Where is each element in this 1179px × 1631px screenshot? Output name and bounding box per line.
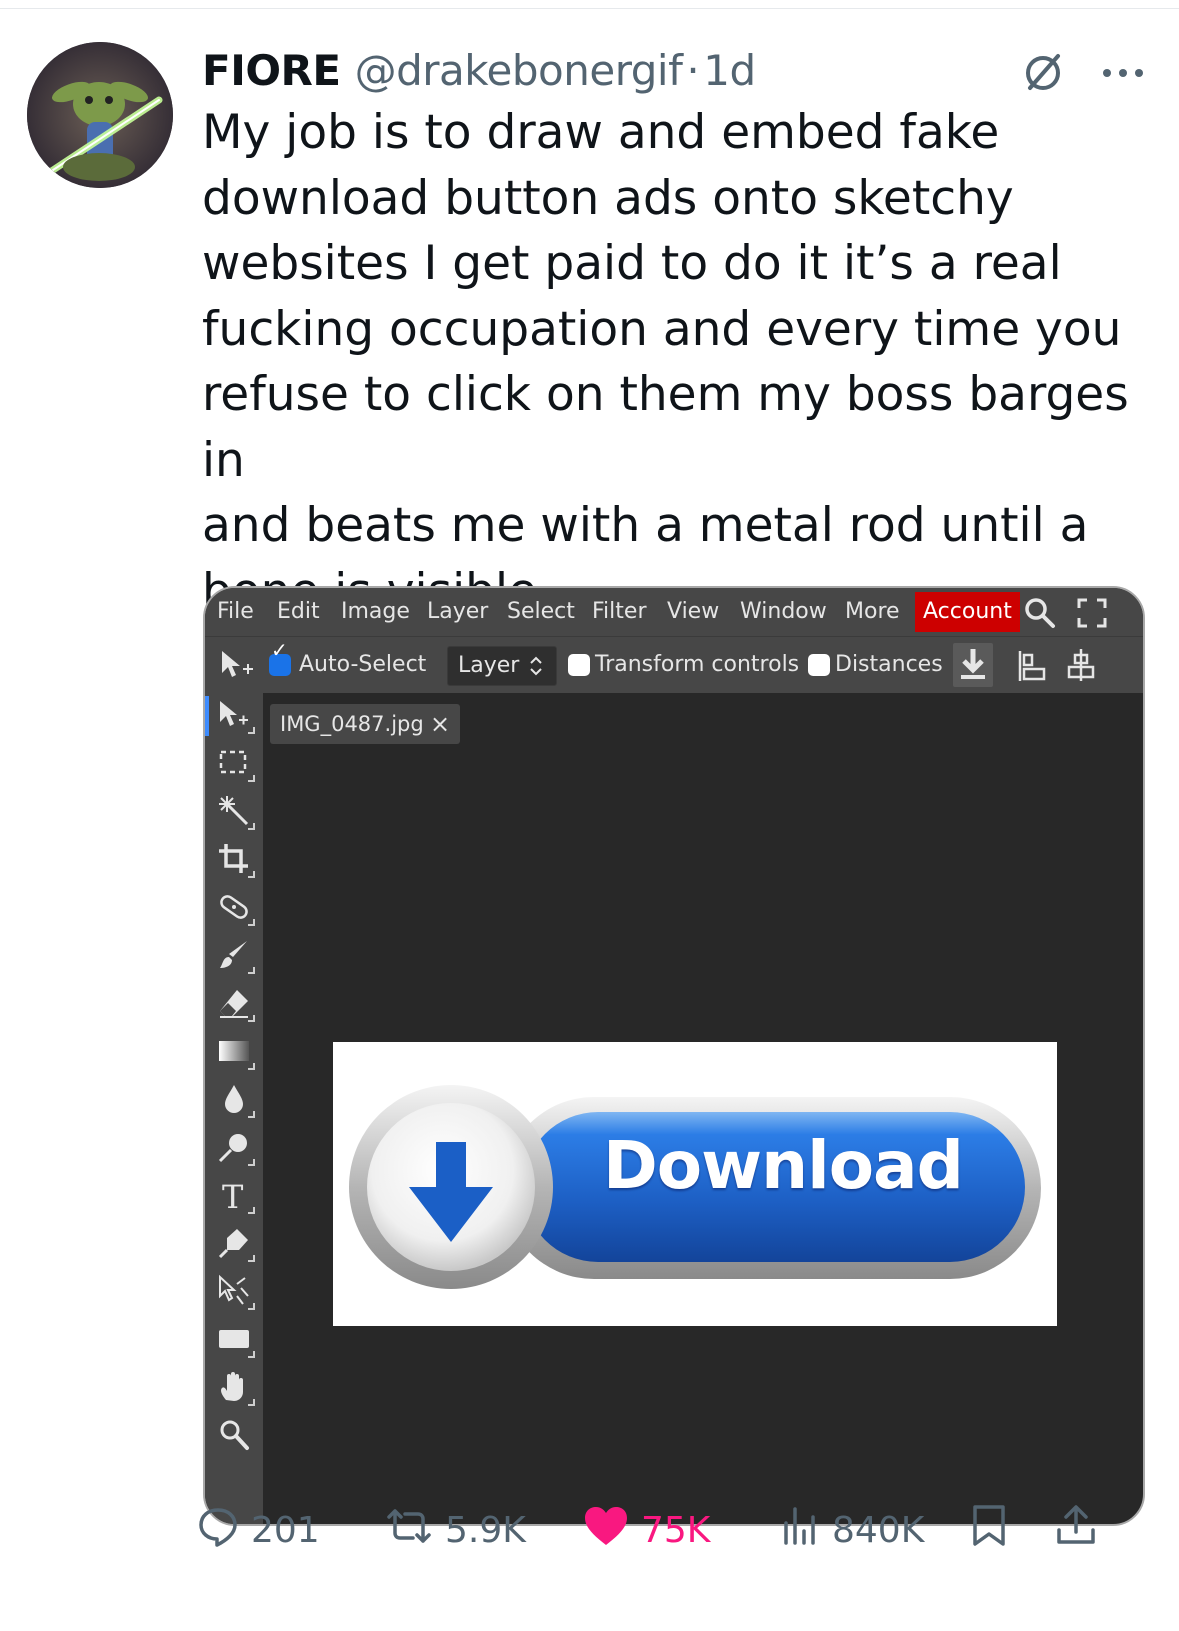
eraser-tool-button[interactable] (205, 980, 263, 1026)
auto-select-label: Auto-Select (299, 652, 427, 677)
rectangle-tool-button[interactable] (205, 1316, 263, 1362)
marquee-tool-button[interactable] (205, 740, 263, 786)
move-tool-icon (219, 649, 255, 685)
magic-wand-tool-button[interactable] (205, 788, 263, 834)
zoom-tool-button[interactable] (205, 1412, 263, 1458)
display-name[interactable]: FIORE (202, 46, 341, 95)
avatar[interactable] (27, 42, 173, 188)
move-tool-button[interactable] (205, 692, 263, 738)
repost-icon (385, 1505, 445, 1556)
timestamp[interactable]: 1d (703, 46, 756, 95)
menu-bar: File Edit Image Layer Select Filter View… (205, 588, 1143, 636)
views-count: 840K (832, 1509, 925, 1551)
transform-controls-checkbox[interactable] (568, 654, 590, 676)
tweet-actions: 201 5.9K 75K 840K (195, 1500, 1145, 1560)
search-icon[interactable] (1023, 596, 1057, 634)
menu-edit[interactable]: Edit (277, 588, 320, 636)
menu-select[interactable]: Select (507, 588, 575, 636)
top-divider (0, 8, 1179, 9)
download-tool-icon[interactable] (953, 643, 993, 687)
auto-select-checkbox[interactable] (269, 638, 291, 676)
share-icon (1055, 1504, 1109, 1557)
transform-controls-label: Transform controls (595, 652, 800, 677)
tweet-header: FIORE @drakebonergif · 1d (202, 40, 756, 100)
more-options-icon[interactable] (1100, 52, 1150, 88)
repost-count: 5.9K (445, 1509, 526, 1551)
tweet-text: My job is to draw and embed fake downloa… (202, 105, 1129, 619)
healing-tool-button[interactable] (205, 884, 263, 930)
menu-view[interactable]: View (667, 588, 719, 636)
account-button[interactable]: Account (915, 592, 1020, 632)
svg-text:T: T (222, 1178, 244, 1212)
path-select-tool-button[interactable] (205, 1268, 263, 1314)
menu-more[interactable]: More (845, 588, 900, 636)
grok-icon[interactable] (1018, 48, 1068, 98)
like-button[interactable]: 75K (583, 1500, 710, 1560)
menu-window[interactable]: Window (740, 588, 827, 636)
pen-tool-button[interactable] (205, 1220, 263, 1266)
views-button[interactable]: 840K (780, 1500, 924, 1560)
reply-button[interactable]: 201 (197, 1500, 320, 1560)
distances-checkbox[interactable] (808, 654, 830, 676)
options-bar: Auto-Select Layer Transform controls Dis… (205, 636, 1143, 693)
hand-tool-button[interactable] (205, 1364, 263, 1410)
menu-file[interactable]: File (217, 588, 254, 636)
chevron-updown-icon (528, 647, 544, 698)
fake-download-button-text: Download (603, 1127, 964, 1204)
close-tab-icon[interactable]: × (430, 704, 450, 744)
reply-icon (197, 1505, 251, 1556)
separator-dot: · (686, 45, 700, 95)
dodge-tool-button[interactable] (205, 1124, 263, 1170)
document-tab[interactable]: IMG_0487.jpg × (270, 704, 460, 744)
layer-select-value: Layer (458, 653, 520, 678)
fullscreen-icon[interactable] (1077, 598, 1107, 632)
editor-screenshot[interactable]: File Edit Image Layer Select Filter View… (203, 586, 1145, 1526)
menu-layer[interactable]: Layer (427, 588, 488, 636)
heart-icon (583, 1505, 641, 1556)
repost-button[interactable]: 5.9K (385, 1500, 526, 1560)
tools-panel: T (205, 692, 263, 1524)
bookmark-button[interactable] (971, 1500, 1019, 1560)
text-tool-button[interactable]: T (205, 1172, 263, 1218)
like-count: 75K (641, 1509, 711, 1551)
blur-tool-button[interactable] (205, 1076, 263, 1122)
document-tab-label: IMG_0487.jpg (280, 712, 424, 736)
gradient-tool-button[interactable] (205, 1028, 263, 1074)
distances-label: Distances (835, 652, 943, 677)
reply-count: 201 (251, 1509, 320, 1551)
share-button[interactable] (1055, 1500, 1109, 1560)
align-left-icon[interactable] (1017, 649, 1049, 687)
menu-filter[interactable]: Filter (592, 588, 646, 636)
menu-image[interactable]: Image (341, 588, 410, 636)
crop-tool-button[interactable] (205, 836, 263, 882)
bookmark-icon (971, 1504, 1019, 1557)
user-handle[interactable]: @drakebonergif (355, 46, 683, 95)
align-center-icon[interactable] (1065, 647, 1097, 687)
views-icon (780, 1505, 832, 1556)
canvas-image: Download (333, 1042, 1057, 1326)
brush-tool-button[interactable] (205, 932, 263, 978)
layer-select[interactable]: Layer (447, 646, 557, 686)
